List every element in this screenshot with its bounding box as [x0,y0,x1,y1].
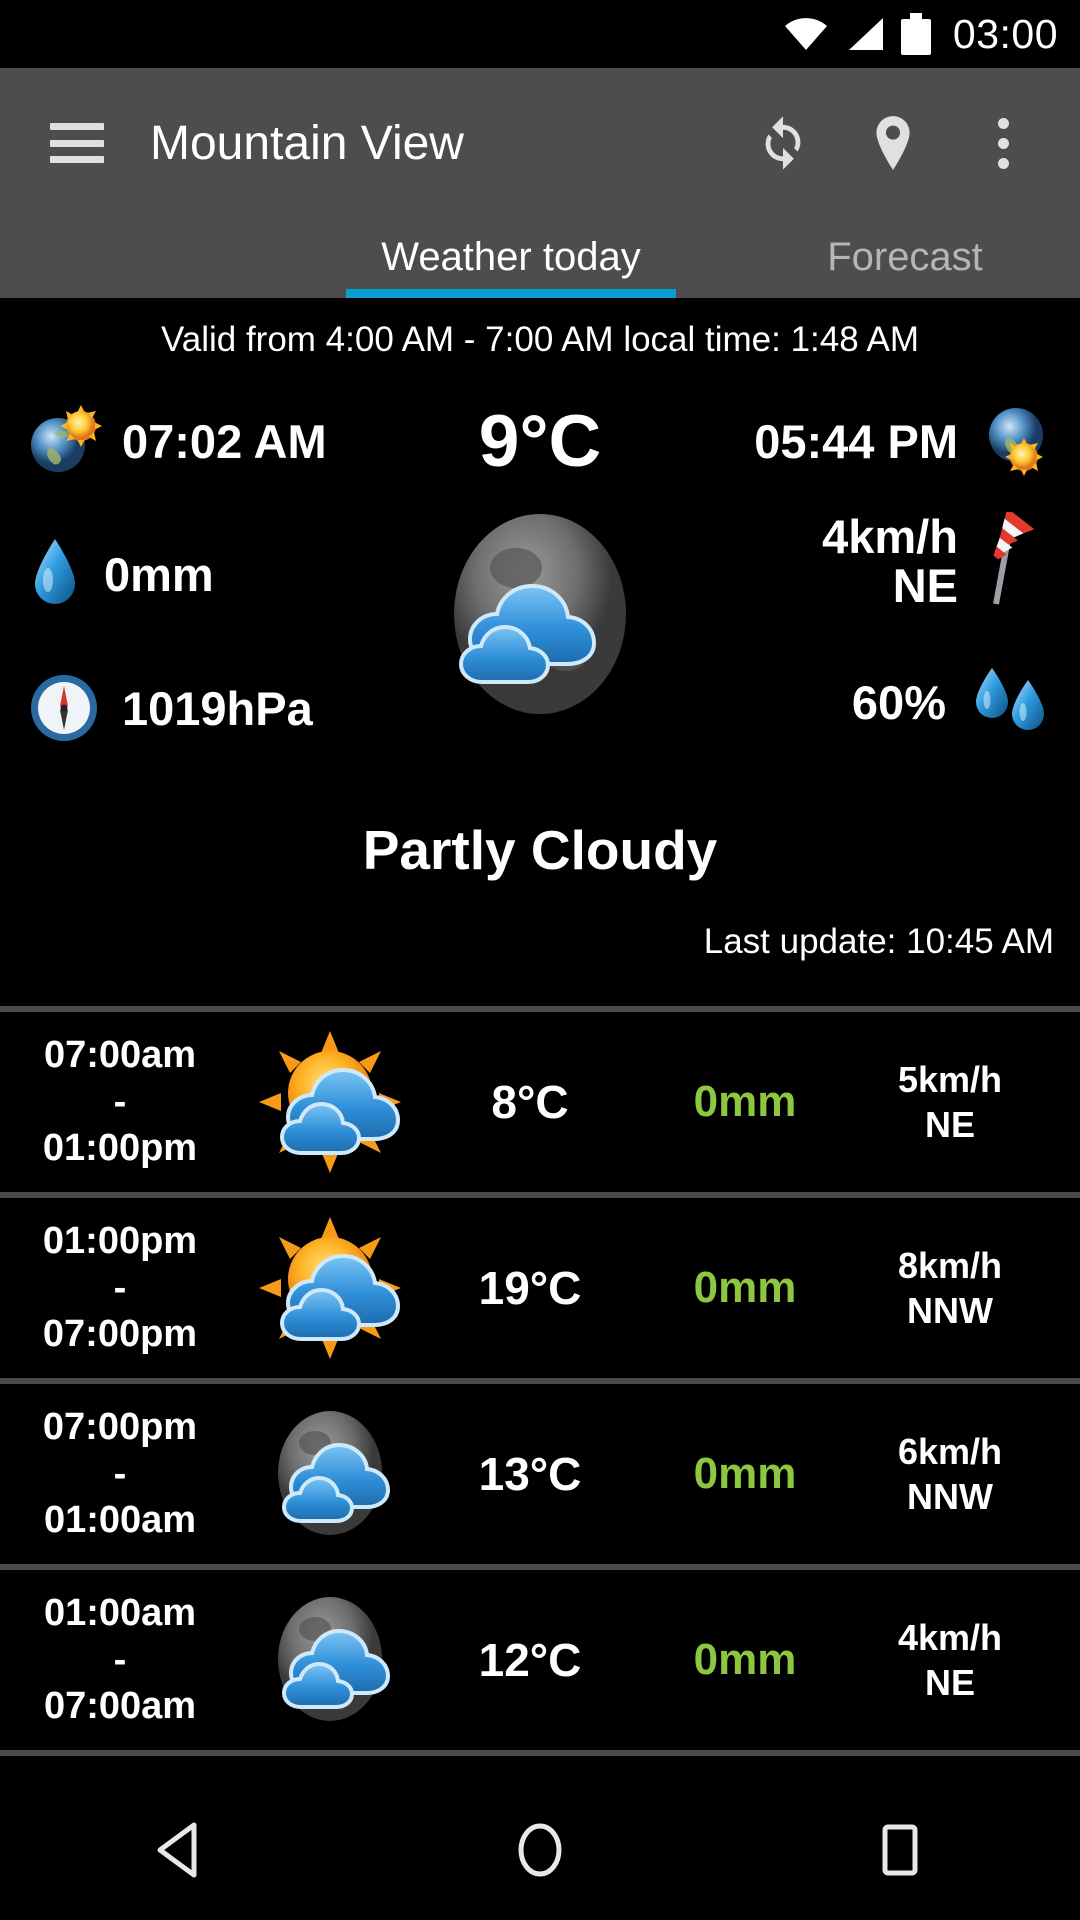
forecast-time-start: 07:00am [43,1034,197,1077]
forecast-list: 07:00am - 01:00pm 8°C 0mm 5km/h NE 01:00… [0,1006,1080,1756]
forecast-time-separator: - [113,1452,127,1495]
forecast-time-end: 07:00am [43,1685,197,1728]
list-divider [0,1750,1080,1756]
forecast-wind: 5km/h NE [850,1057,1080,1147]
app-screen: 03:00 Mountain View Weather today Foreca… [0,0,1080,1920]
wind-value: 4km/h NE [822,512,958,611]
forecast-time-separator: - [113,1638,127,1681]
humidity-drops-icon [968,662,1052,742]
back-triangle-icon[interactable] [110,1800,250,1900]
forecast-precipitation: 0mm [693,1449,797,1498]
forecast-precipitation: 0mm [693,1263,797,1312]
moon-cloudy-icon [420,496,660,736]
wifi-icon [783,17,829,51]
current-weather-panel: 07:02 AM 9°C 05:44 PM 0mm 1019hPa 4km/h … [0,386,1080,1006]
page-title: Mountain View [150,116,464,170]
forecast-temperature: 19°C [478,1262,582,1314]
tab-forecast[interactable]: Forecast [730,216,1080,298]
forecast-wind-speed: 4km/h [897,1617,1003,1658]
pressure-metric: 1019hPa [28,672,313,744]
tab-forecast-label: Forecast [827,234,983,279]
forecast-wind-direction: NNW [907,1476,993,1517]
moon-cloudy-icon [240,1399,420,1549]
sunset-time: 05:44 PM [754,414,958,468]
forecast-temperature: 12°C [478,1634,582,1686]
precipitation-metric: 0mm [28,536,214,612]
forecast-time-start: 01:00am [43,1592,197,1635]
water-drop-icon [28,536,82,612]
forecast-wind: 4km/h NE [850,1615,1080,1705]
humidity-value: 60% [851,675,946,729]
sunrise-earth-icon [24,401,104,481]
wind-metric: 4km/h NE [822,512,1052,611]
barometer-icon [28,672,100,744]
home-circle-icon[interactable] [470,1800,610,1900]
forecast-precipitation: 0mm [693,1635,797,1684]
pressure-value: 1019hPa [122,681,313,735]
forecast-time-range: 01:00pm - 07:00pm [0,1218,240,1357]
forecast-wind-direction: NE [924,1104,975,1145]
forecast-precipitation: 0mm [693,1077,797,1126]
humidity-metric: 60% [852,662,1052,742]
battery-icon [900,13,931,55]
status-bar-clock: 03:00 [952,10,1058,57]
sunset-earth-icon [976,401,1056,481]
sunrise-time: 07:02 AM [122,414,327,468]
tab-indicator [346,289,676,298]
app-toolbar: Mountain View Weather today Forecast [0,68,1080,298]
forecast-time-range: 07:00am - 01:00pm [0,1032,240,1171]
forecast-temperature: 8°C [491,1076,569,1128]
forecast-wind: 8km/h NNW [850,1243,1080,1333]
forecast-time-separator: - [113,1080,127,1123]
forecast-wind-direction: NE [924,1662,975,1703]
forecast-temperature: 13°C [478,1448,582,1500]
forecast-time-separator: - [113,1266,127,1309]
precipitation-value: 0mm [104,547,214,601]
forecast-wind-speed: 5km/h [897,1059,1003,1100]
forecast-time-start: 01:00pm [42,1220,198,1263]
last-update-text: Last update: 10:45 AM [703,922,1054,961]
forecast-wind: 6km/h NNW [850,1429,1080,1519]
sun-cloudy-icon [240,1213,420,1363]
table-row[interactable]: 01:00pm - 07:00pm 19°C 0mm 8km/h NNW [0,1198,1080,1378]
overflow-menu-icon[interactable] [974,114,1032,172]
cellular-signal-icon [845,16,885,52]
table-row[interactable]: 07:00pm - 01:00am 13°C 0mm 6km/h NNW [0,1384,1080,1564]
wind-direction: NE [892,559,958,613]
forecast-time-range: 07:00pm - 01:00am [0,1404,240,1543]
forecast-time-end: 07:00pm [42,1313,198,1356]
hamburger-menu-icon[interactable] [46,117,108,169]
forecast-time-end: 01:00pm [42,1127,198,1170]
forecast-time-start: 07:00pm [42,1406,198,1449]
table-row[interactable]: 07:00am - 01:00pm 8°C 0mm 5km/h NE [0,1012,1080,1192]
moon-cloudy-icon [240,1585,420,1735]
sun-cloudy-icon [240,1027,420,1177]
tab-weather-today[interactable]: Weather today [336,216,686,298]
forecast-wind-direction: NNW [907,1290,993,1331]
forecast-time-range: 01:00am - 07:00am [0,1590,240,1729]
wind-speed: 4km/h [822,510,958,563]
forecast-time-end: 01:00am [43,1499,197,1542]
windsock-icon [980,512,1052,610]
recents-square-icon[interactable] [830,1800,970,1900]
current-temperature: 9°C [478,400,602,482]
android-nav-bar [0,1780,1080,1920]
location-pin-icon[interactable] [864,114,922,172]
forecast-wind-speed: 8km/h [897,1245,1003,1286]
table-row[interactable]: 01:00am - 07:00am 12°C 0mm 4km/h NE [0,1570,1080,1750]
tab-weather-today-label: Weather today [381,234,641,279]
tab-bar: Weather today Forecast [0,216,1080,298]
validity-text: Valid from 4:00 AM - 7:00 AM local time:… [160,320,920,359]
refresh-icon[interactable] [754,114,812,172]
status-bar: 03:00 [0,0,1080,68]
forecast-wind-speed: 6km/h [897,1431,1003,1472]
